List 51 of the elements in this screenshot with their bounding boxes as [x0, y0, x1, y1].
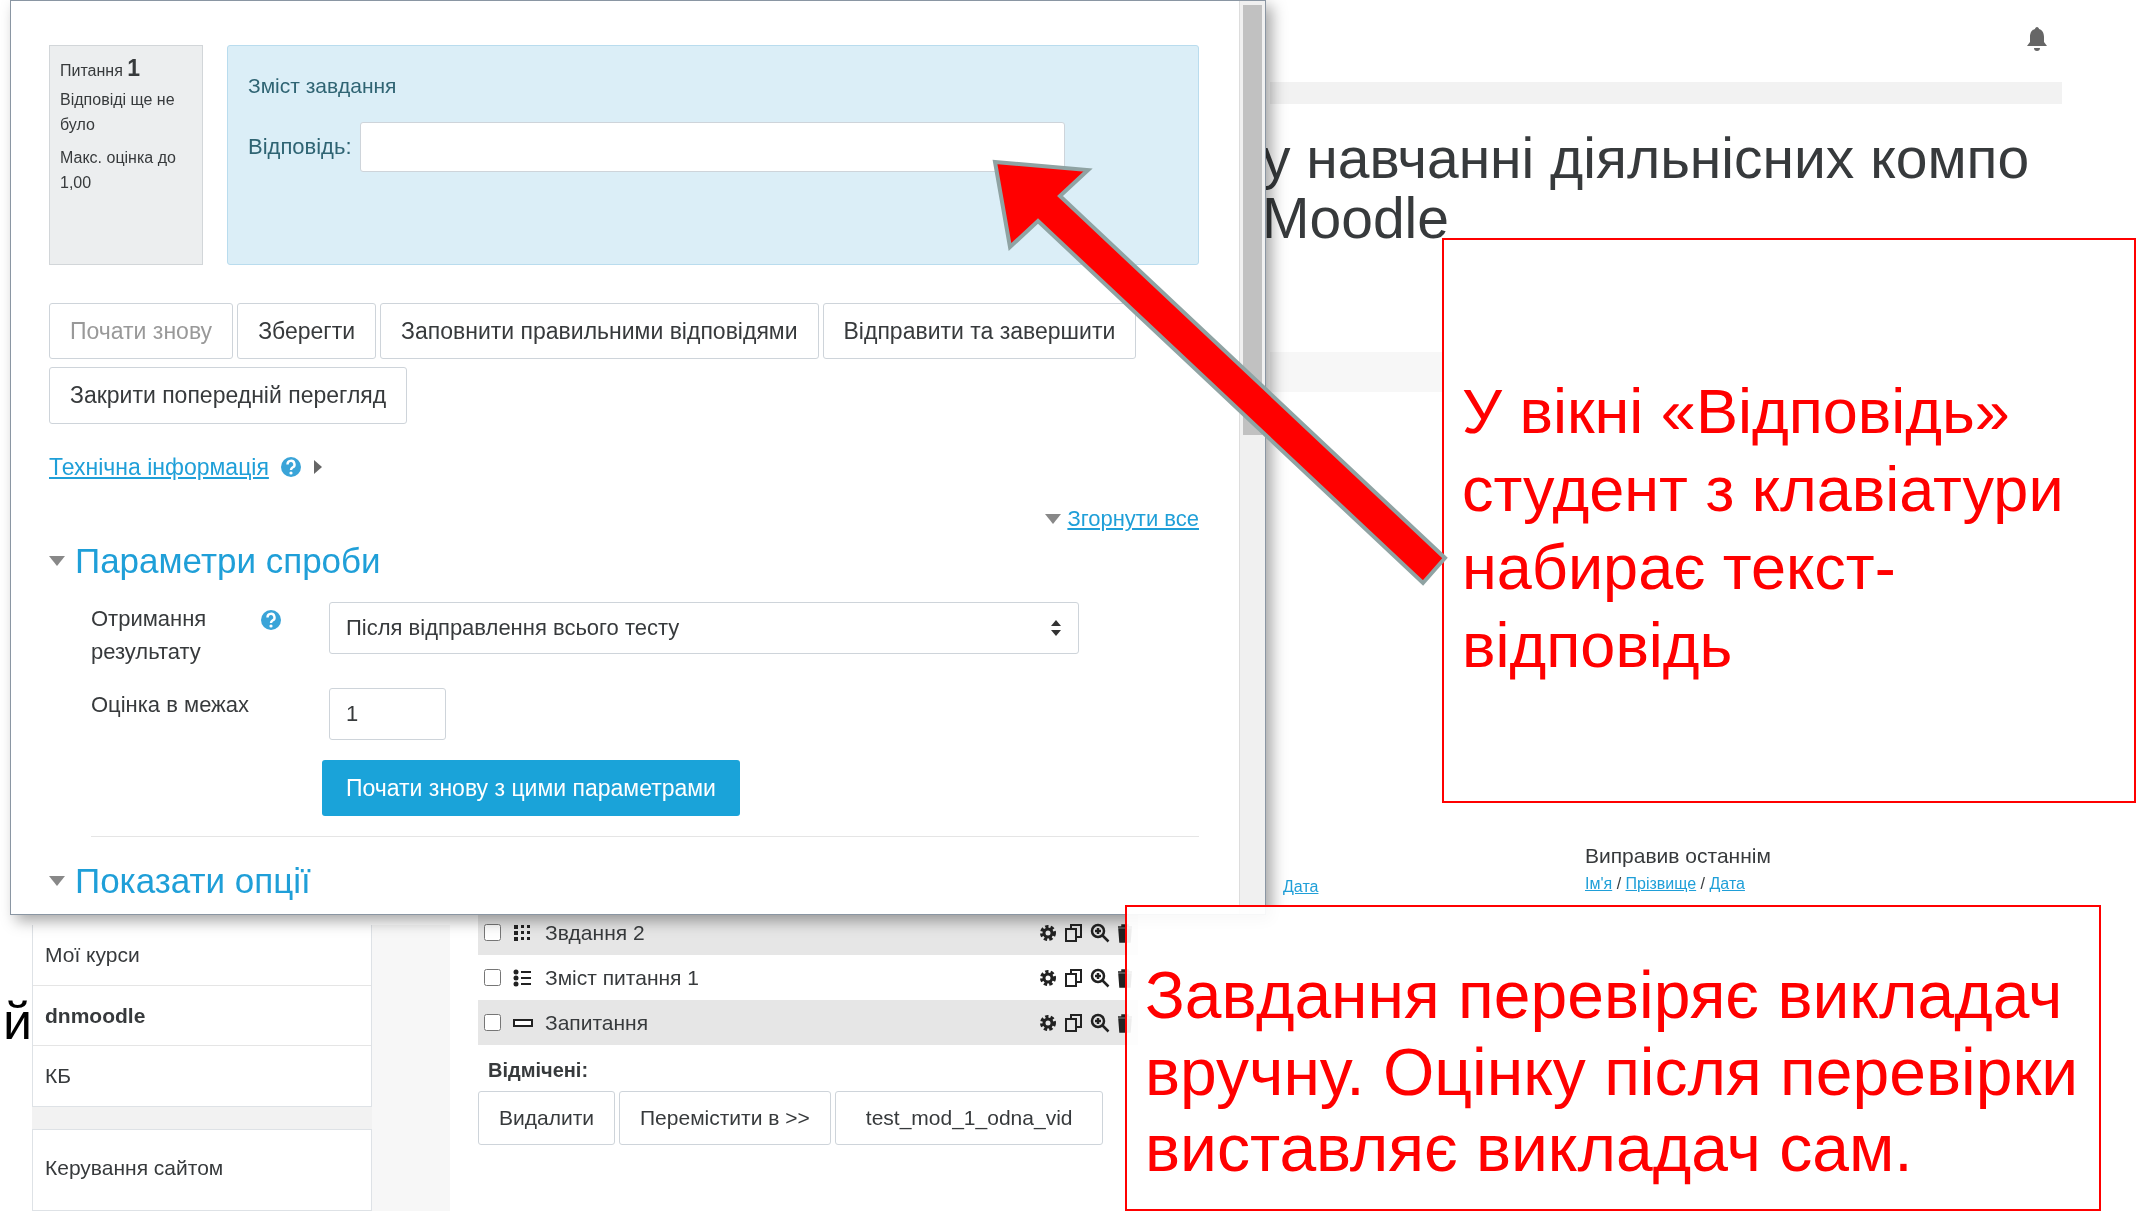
- question-number: Питання 1: [60, 56, 142, 83]
- help-icon[interactable]: [261, 609, 281, 630]
- preview-button[interactable]: Закрити попередній перегляд: [49, 367, 408, 424]
- sidebar-item[interactable]: dnmoodle: [33, 984, 371, 1045]
- gear-icon[interactable]: [1038, 922, 1058, 943]
- preview-button[interactable]: Заповнити правильними відповідями: [380, 302, 819, 359]
- action-button[interactable]: Перемістити в >>: [619, 1091, 831, 1145]
- selected-label: Відмічені:: [488, 1058, 590, 1083]
- help-icon[interactable]: [280, 456, 301, 477]
- question-name[interactable]: Зміст питання 1: [545, 961, 1026, 994]
- link-separator: /: [1700, 874, 1706, 892]
- copy-icon[interactable]: [1064, 1012, 1084, 1033]
- callout-text: Завдання перевіряє викладач вручну. Оцінку після перевірки виставляє викладач сам.: [1125, 905, 2101, 1211]
- question-checkbox[interactable]: [484, 924, 501, 941]
- bell-icon[interactable]: [2026, 26, 2048, 52]
- question-text: Зміст завдання: [248, 73, 398, 99]
- link-separator: /: [1616, 874, 1622, 892]
- action-button[interactable]: Видалити: [478, 1091, 615, 1145]
- sidebar-item[interactable]: КБ: [33, 1045, 371, 1106]
- caret-icon[interactable]: [49, 556, 65, 567]
- copy-icon[interactable]: [1064, 922, 1084, 943]
- preview-button[interactable]: Зберегти: [237, 302, 377, 359]
- caret-icon: [1045, 513, 1062, 524]
- answer-field[interactable]: [359, 121, 1065, 172]
- zoom-icon[interactable]: [1090, 1012, 1110, 1033]
- zoom-icon[interactable]: [1090, 967, 1110, 988]
- copy-icon[interactable]: [1064, 967, 1084, 988]
- input-field[interactable]: 1: [329, 687, 446, 740]
- field-label: Оцінка в межах: [91, 690, 251, 719]
- sidebar-item[interactable]: Мої курси: [33, 925, 371, 985]
- gear-icon[interactable]: [1038, 967, 1058, 988]
- matching-question-icon: [513, 922, 533, 943]
- slide-text: й: [3, 991, 33, 1052]
- site-admin-item[interactable]: Керування сайтом: [32, 1128, 372, 1211]
- max-grade: Макс. оцінка до 1,00: [60, 148, 177, 193]
- dropdown-field[interactable]: Після відправлення всього тесту: [329, 601, 1079, 654]
- category-select[interactable]: test_mod_1_odna_vid: [834, 1091, 1104, 1145]
- gear-icon[interactable]: [1038, 1012, 1058, 1033]
- zoom-icon[interactable]: [1090, 922, 1110, 943]
- question-status: Відповіді ще не було: [60, 90, 176, 135]
- callout-text: У вікні «Відповідь» студент з клавіатури набирає текст-відповідь: [1442, 238, 2136, 803]
- caret-icon[interactable]: [49, 876, 65, 887]
- question-checkbox[interactable]: [484, 969, 501, 986]
- preview-button[interactable]: Відправити та завершити: [822, 302, 1137, 359]
- expand-triangle-icon[interactable]: [312, 458, 323, 475]
- sort-arrows-icon: [1050, 618, 1062, 637]
- column-header: Виправив останнім: [1585, 843, 1771, 869]
- list-question-icon: [513, 967, 533, 988]
- question-checkbox[interactable]: [484, 1014, 501, 1031]
- field-label: Отримання результату: [91, 604, 208, 666]
- answer-label: Відповідь:: [248, 133, 352, 161]
